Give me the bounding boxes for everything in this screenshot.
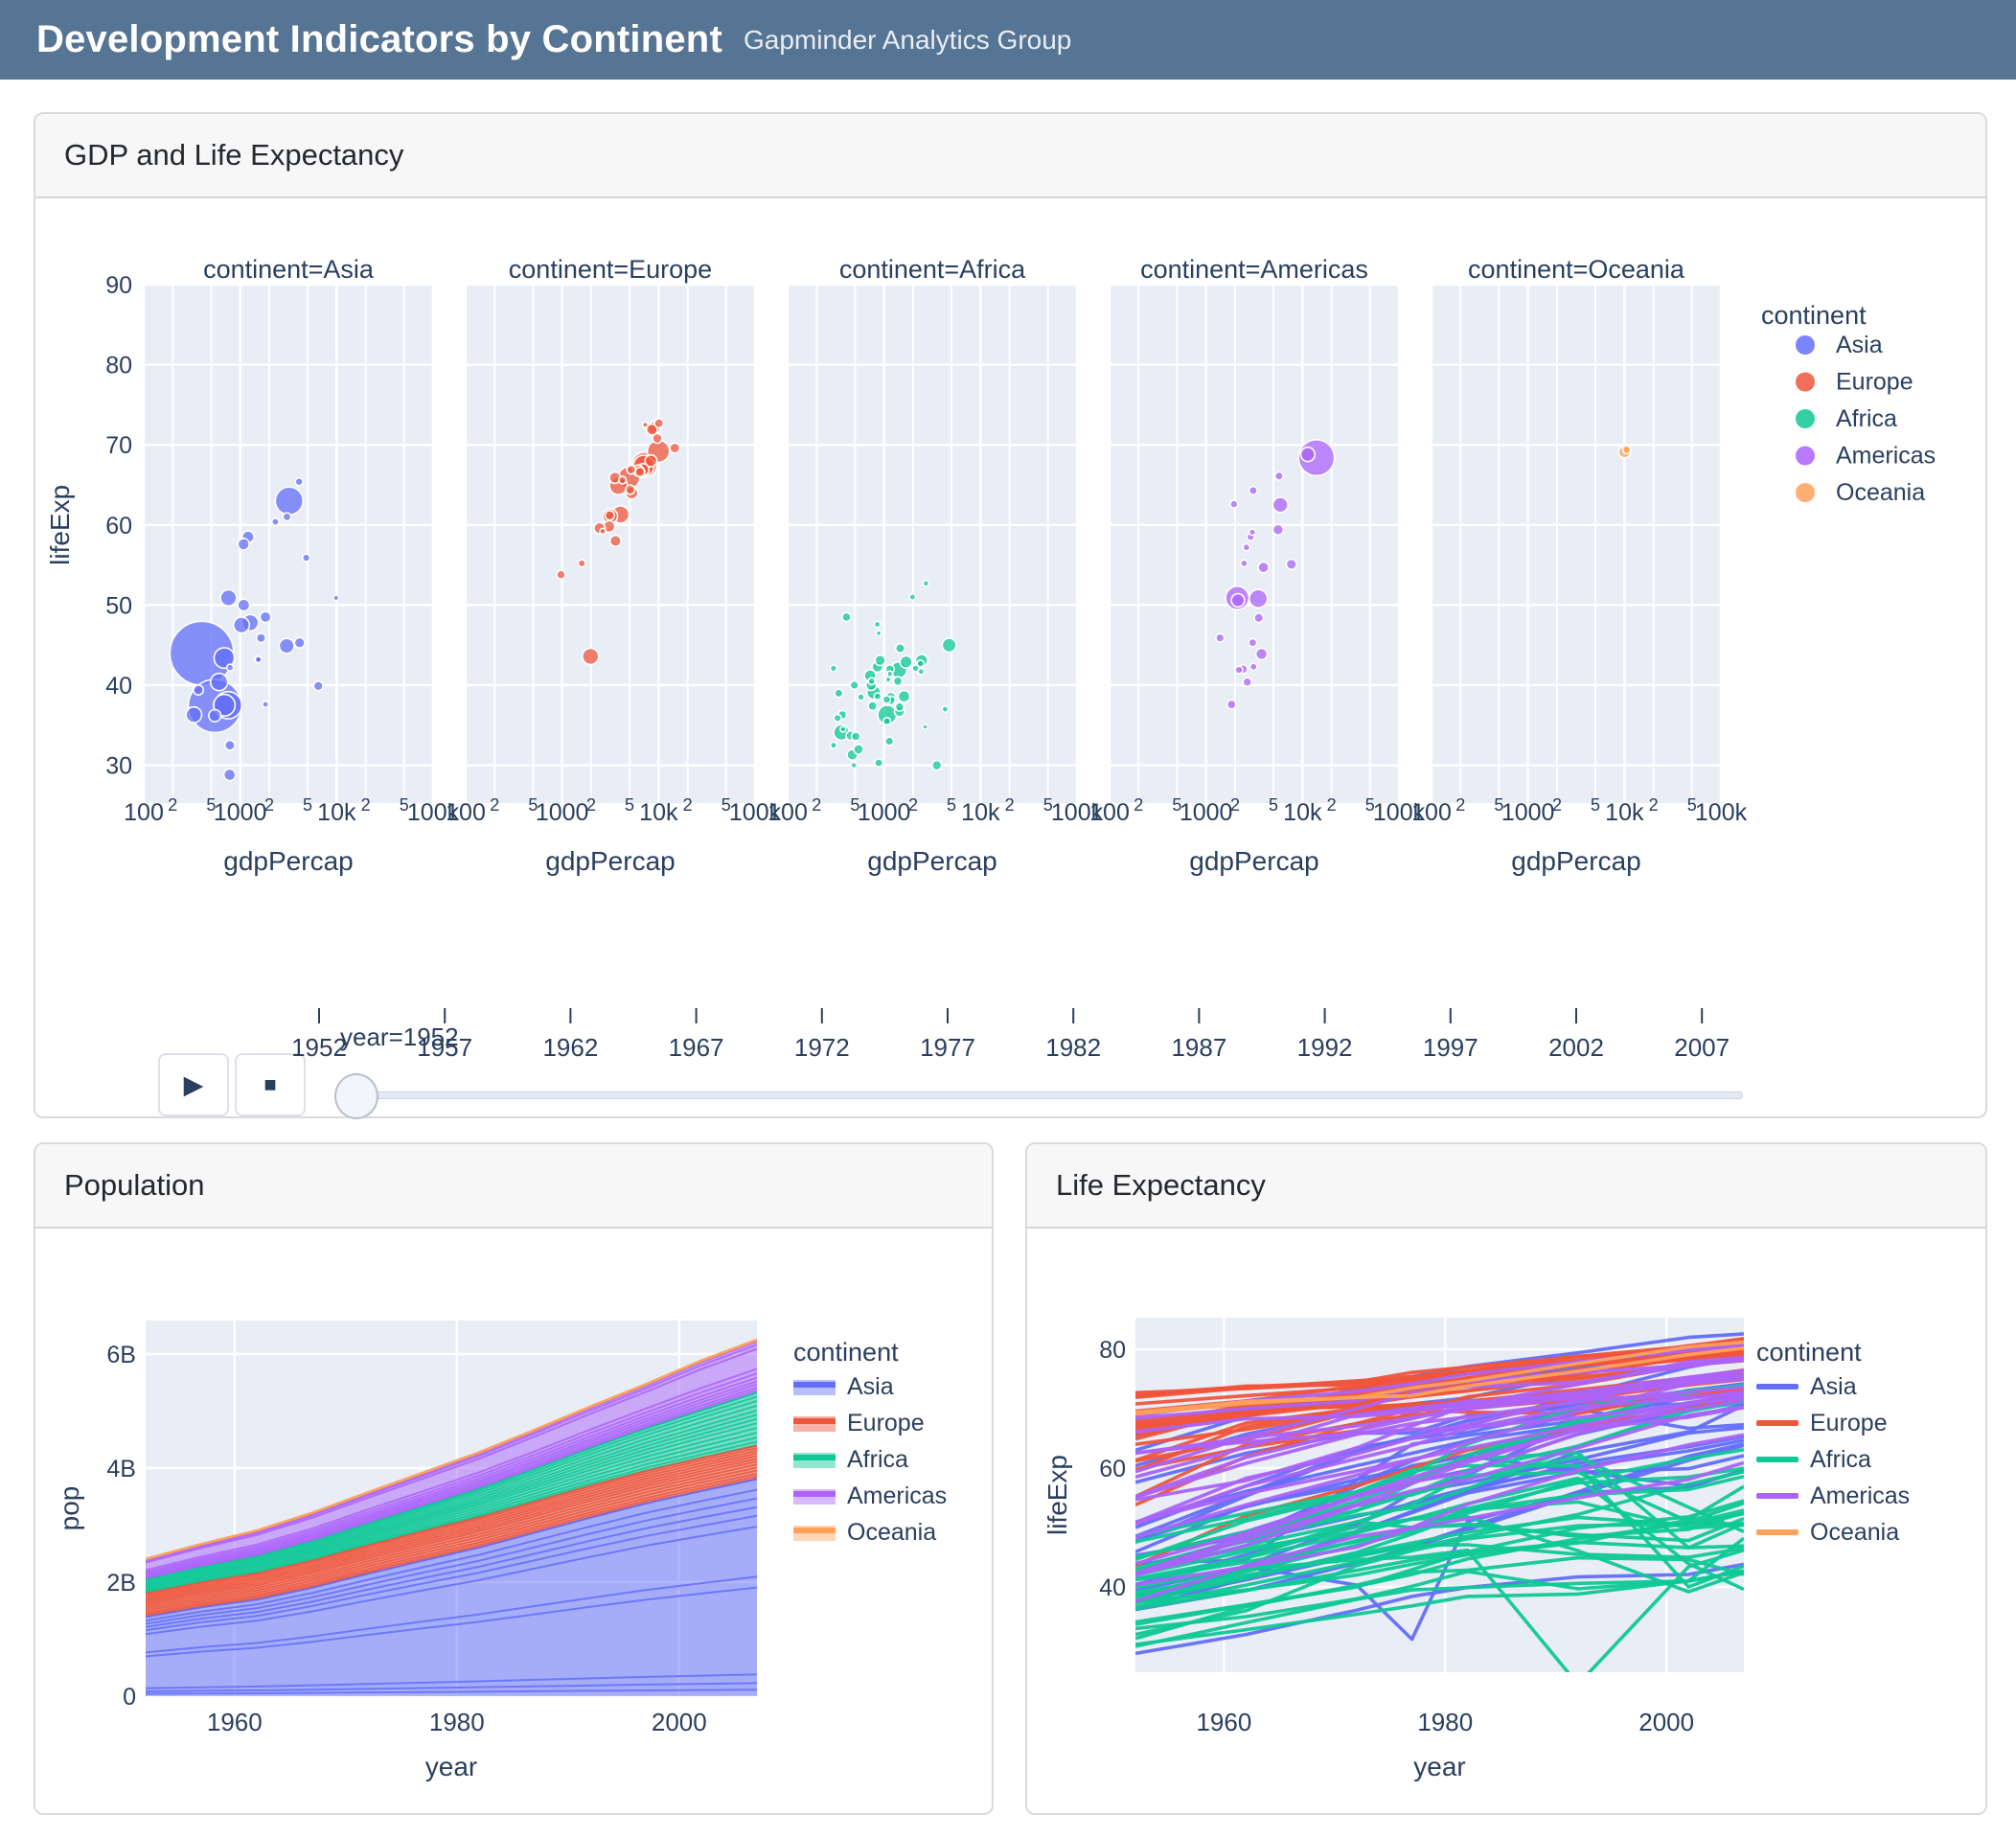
card-title: Life Expectancy <box>1056 1168 1266 1203</box>
stop-icon: ■ <box>263 1072 276 1097</box>
card-title: GDP and Life Expectancy <box>64 138 403 172</box>
dashboard-page: Development Indicators by Continent Gapm… <box>0 0 2016 1838</box>
play-icon: ▶ <box>184 1070 204 1100</box>
year-slider-rail[interactable] <box>355 1091 1743 1099</box>
card-gdp-life-expectancy-header: GDP and Life Expectancy <box>35 114 1985 198</box>
card-title: Population <box>64 1168 205 1203</box>
card-population: Population <box>34 1142 994 1815</box>
app-subtitle: Gapminder Analytics Group <box>744 25 1071 56</box>
card-life-expectancy-header: Life Expectancy <box>1027 1144 1985 1229</box>
year-slider-label: year=1952 <box>340 1022 459 1052</box>
app-title: Development Indicators by Continent <box>36 18 722 61</box>
play-button[interactable]: ▶ <box>158 1053 229 1116</box>
stop-button[interactable]: ■ <box>235 1053 306 1116</box>
year-slider-handle[interactable] <box>334 1073 378 1119</box>
card-population-header: Population <box>35 1144 992 1229</box>
card-life-expectancy: Life Expectancy <box>1025 1142 1987 1815</box>
app-header: Development Indicators by Continent Gapm… <box>0 0 2016 80</box>
card-gdp-life-expectancy: GDP and Life Expectancy ▶ ■ year=1952 <box>34 112 1987 1118</box>
